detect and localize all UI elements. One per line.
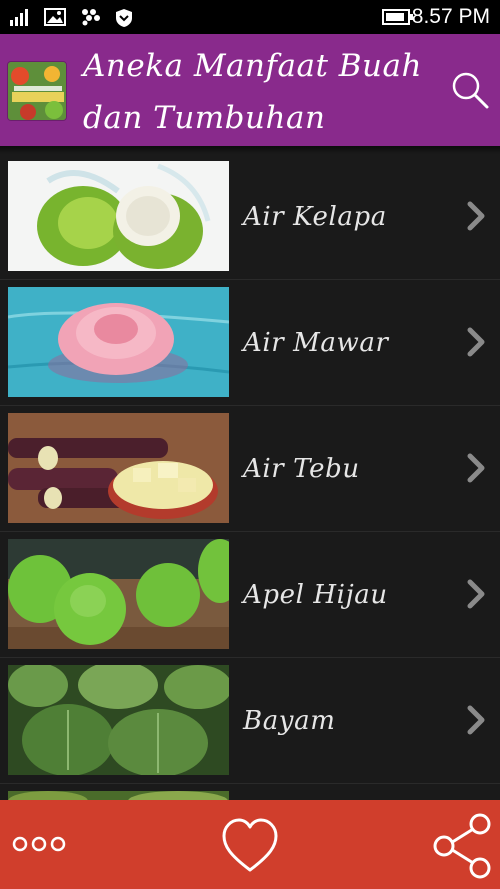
search-button[interactable]	[450, 70, 490, 110]
heart-icon	[222, 818, 278, 872]
shield-icon	[116, 9, 132, 27]
rose-water-photo	[8, 287, 229, 397]
more-dots-icon	[12, 836, 66, 852]
signal-icon	[10, 9, 28, 26]
search-icon	[452, 72, 489, 109]
chevron-right-icon	[467, 453, 485, 483]
battery-icon	[382, 9, 413, 25]
header-shadow	[0, 146, 500, 154]
spinach-photo	[8, 665, 229, 775]
app-logo	[7, 61, 67, 121]
more-button[interactable]	[0, 800, 80, 889]
sugarcane-photo	[8, 413, 229, 523]
item-label: Bayam	[243, 706, 336, 736]
list-item-air-kelapa[interactable]: Air Kelapa	[0, 154, 500, 280]
chevron-right-icon	[467, 327, 485, 357]
clock: 8.57 PM	[411, 5, 490, 28]
app-header: Aneka Manfaat Buah dan Tumbuhan	[0, 34, 500, 146]
share-button[interactable]	[420, 800, 500, 889]
chevron-right-icon	[467, 705, 485, 735]
item-list: Air Kelapa Air Mawar Air Tebu Apel Hijau…	[0, 154, 500, 800]
bbm-icon	[82, 9, 100, 26]
chevron-right-icon	[467, 201, 485, 231]
item-label: Air Kelapa	[243, 202, 387, 232]
list-item-air-mawar[interactable]: Air Mawar	[0, 280, 500, 406]
green-apple-photo	[8, 539, 229, 649]
app-title: Aneka Manfaat Buah dan Tumbuhan	[83, 48, 422, 136]
bottom-bar	[0, 800, 500, 889]
item-label: Air Tebu	[243, 454, 360, 484]
list-item-partial[interactable]	[0, 784, 500, 800]
item-label: Apel Hijau	[243, 580, 388, 610]
favorite-button[interactable]	[210, 800, 290, 889]
partial-item-photo	[8, 791, 229, 800]
status-bar: 8.57 PM	[0, 0, 500, 34]
coconut-water-photo	[8, 161, 229, 271]
item-label: Air Mawar	[243, 328, 389, 358]
list-item-bayam[interactable]: Bayam	[0, 658, 500, 784]
share-icon	[433, 813, 491, 879]
chevron-right-icon	[467, 579, 485, 609]
list-item-apel-hijau[interactable]: Apel Hijau	[0, 532, 500, 658]
gallery-icon	[44, 8, 66, 26]
list-item-air-tebu[interactable]: Air Tebu	[0, 406, 500, 532]
